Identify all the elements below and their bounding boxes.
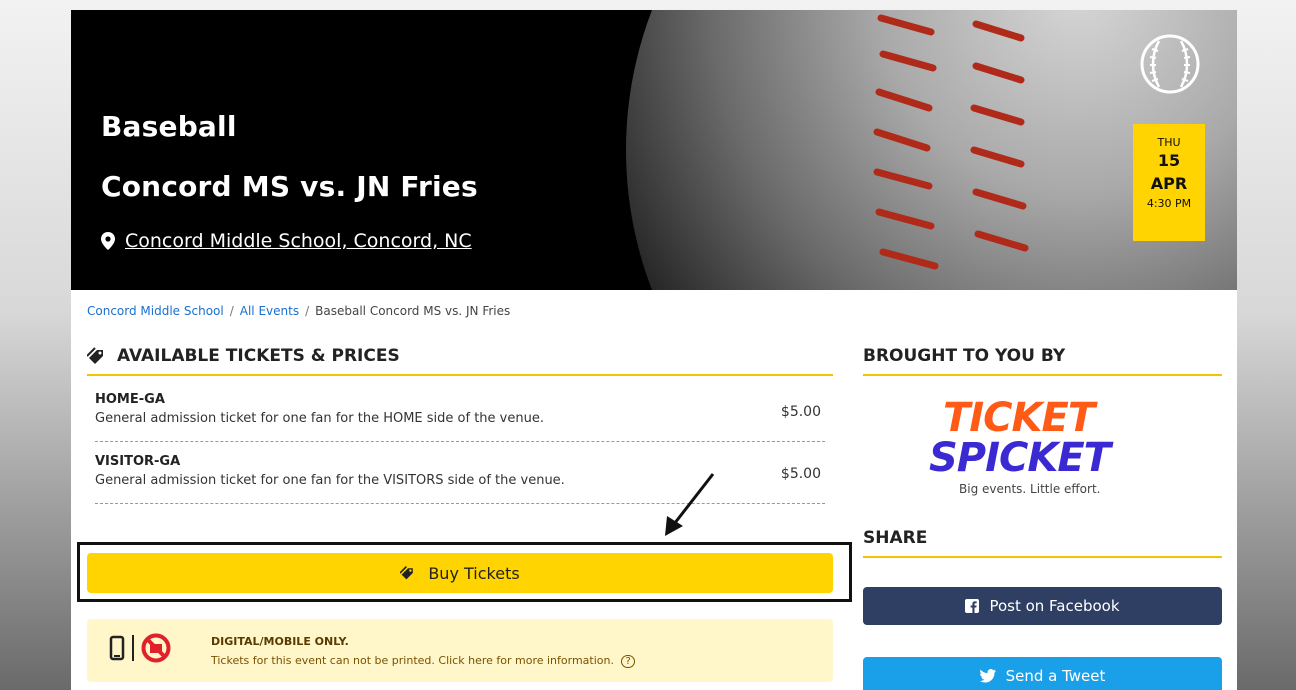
venue-link[interactable]: Concord Middle School, Concord, NC xyxy=(125,230,472,252)
ticket-row: HOME-GA General admission ticket for one… xyxy=(95,392,825,442)
share-heading: SHARE xyxy=(863,528,1222,558)
event-page: Baseball Concord MS vs. JN Fries Concord… xyxy=(71,10,1237,690)
logo-line-2: SPICKET xyxy=(929,435,1111,481)
date-month: APR xyxy=(1150,174,1188,193)
date-day: 15 xyxy=(1157,151,1181,170)
mobile-phone-icon xyxy=(109,635,125,661)
facebook-button-label: Post on Facebook xyxy=(989,597,1120,615)
buy-tickets-button[interactable]: Buy Tickets xyxy=(87,553,833,593)
logo-tagline: Big events. Little effort. xyxy=(959,482,1101,496)
breadcrumb-all-events-link[interactable]: All Events xyxy=(240,304,299,318)
divider-icon xyxy=(132,635,134,661)
send-a-tweet-button[interactable]: Send a Tweet xyxy=(863,657,1222,690)
help-icon[interactable]: ? xyxy=(621,655,635,668)
map-pin-icon xyxy=(101,232,115,250)
breadcrumb-current: Baseball Concord MS vs. JN Fries xyxy=(315,304,511,318)
post-on-facebook-button[interactable]: Post on Facebook xyxy=(863,587,1222,625)
tickets-section-heading: AVAILABLE TICKETS & PRICES xyxy=(87,346,833,376)
ticket-price: $5.00 xyxy=(780,466,821,482)
tickets-heading-text: AVAILABLE TICKETS & PRICES xyxy=(117,346,400,366)
ticket-tag-icon xyxy=(87,347,103,364)
event-sport-title: Baseball xyxy=(101,110,237,143)
breadcrumb: Concord Middle School / All Events / Basebal… xyxy=(87,304,510,318)
buy-tickets-label: Buy Tickets xyxy=(428,563,520,583)
ticket-name: HOME-GA xyxy=(95,392,165,407)
event-matchup-title: Concord MS vs. JN Fries xyxy=(101,170,478,203)
ticket-tag-icon xyxy=(400,566,414,580)
baseball-icon xyxy=(1140,34,1200,94)
logo-line-1: TICKET xyxy=(943,395,1095,441)
event-date-badge: THU 15 APR 4:30 PM xyxy=(1133,124,1205,241)
breadcrumb-separator: / xyxy=(305,304,310,318)
event-hero: Baseball Concord MS vs. JN Fries Concord… xyxy=(71,10,1237,290)
twitter-button-label: Send a Tweet xyxy=(1005,667,1106,685)
ticket-price: $5.00 xyxy=(780,404,821,420)
brought-to-you-heading: BROUGHT TO YOU BY xyxy=(863,346,1222,376)
notice-title: DIGITAL/MOBILE ONLY. xyxy=(211,635,349,648)
ticket-spicket-logo: TICKET SPICKET Big events. Little effort… xyxy=(929,398,1139,508)
no-print-icon xyxy=(141,633,171,663)
notice-body-text: Tickets for this event can not be printe… xyxy=(211,654,614,667)
ticket-description: General admission ticket for one fan for… xyxy=(95,411,544,426)
digital-only-notice[interactable]: DIGITAL/MOBILE ONLY. Tickets for this ev… xyxy=(87,619,833,682)
date-day-of-week: THU xyxy=(1157,136,1181,149)
ticket-name: VISITOR-GA xyxy=(95,454,181,469)
twitter-bird-icon xyxy=(979,669,996,683)
date-time: 4:30 PM xyxy=(1146,197,1192,210)
venue-location: Concord Middle School, Concord, NC xyxy=(101,230,472,252)
notice-body: Tickets for this event can not be printe… xyxy=(211,654,635,668)
facebook-icon xyxy=(965,599,980,613)
annotation-arrow-icon xyxy=(665,473,715,536)
breadcrumb-school-link[interactable]: Concord Middle School xyxy=(87,304,224,318)
breadcrumb-separator: / xyxy=(229,304,234,318)
notice-icons xyxy=(109,633,171,663)
